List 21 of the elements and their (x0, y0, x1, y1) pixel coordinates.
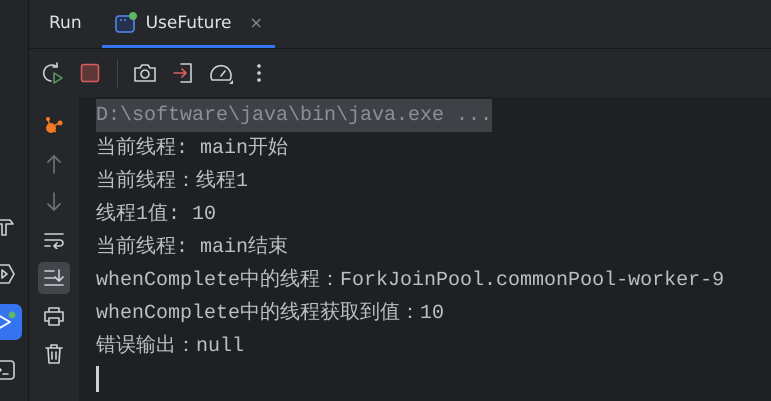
rerun-icon[interactable] (40, 61, 64, 85)
console-output-line: 错误输出：null (96, 334, 244, 360)
down-arrow-icon[interactable] (46, 192, 62, 212)
exit-icon[interactable] (172, 62, 194, 84)
console-output-line: 当前线程: main结束 (96, 234, 288, 261)
trash-icon[interactable] (44, 343, 64, 365)
run-tab[interactable]: Run (37, 0, 94, 48)
up-arrow-icon[interactable] (46, 154, 62, 174)
printer-icon[interactable] (43, 306, 65, 326)
more-icon[interactable] (256, 63, 262, 83)
console-output-line: whenComplete中的线程获取到值：10 (96, 300, 444, 327)
console-output-line: 当前线程: main开始 (96, 136, 288, 162)
console-output-line: 当前线程：线程1 (96, 168, 248, 195)
close-button[interactable]: × (250, 13, 263, 32)
console-output-line: 线程1值: 10 (96, 202, 216, 228)
scroll-to-end-icon[interactable] (43, 268, 65, 288)
soft-wrap-icon[interactable] (43, 231, 65, 249)
gauge-icon[interactable] (209, 62, 233, 84)
camera-icon[interactable] (133, 63, 157, 83)
console-output-line: whenComplete中的线程：ForkJoinPool.commonPool-worker-9 (96, 268, 724, 294)
stop-icon[interactable] (80, 63, 100, 83)
